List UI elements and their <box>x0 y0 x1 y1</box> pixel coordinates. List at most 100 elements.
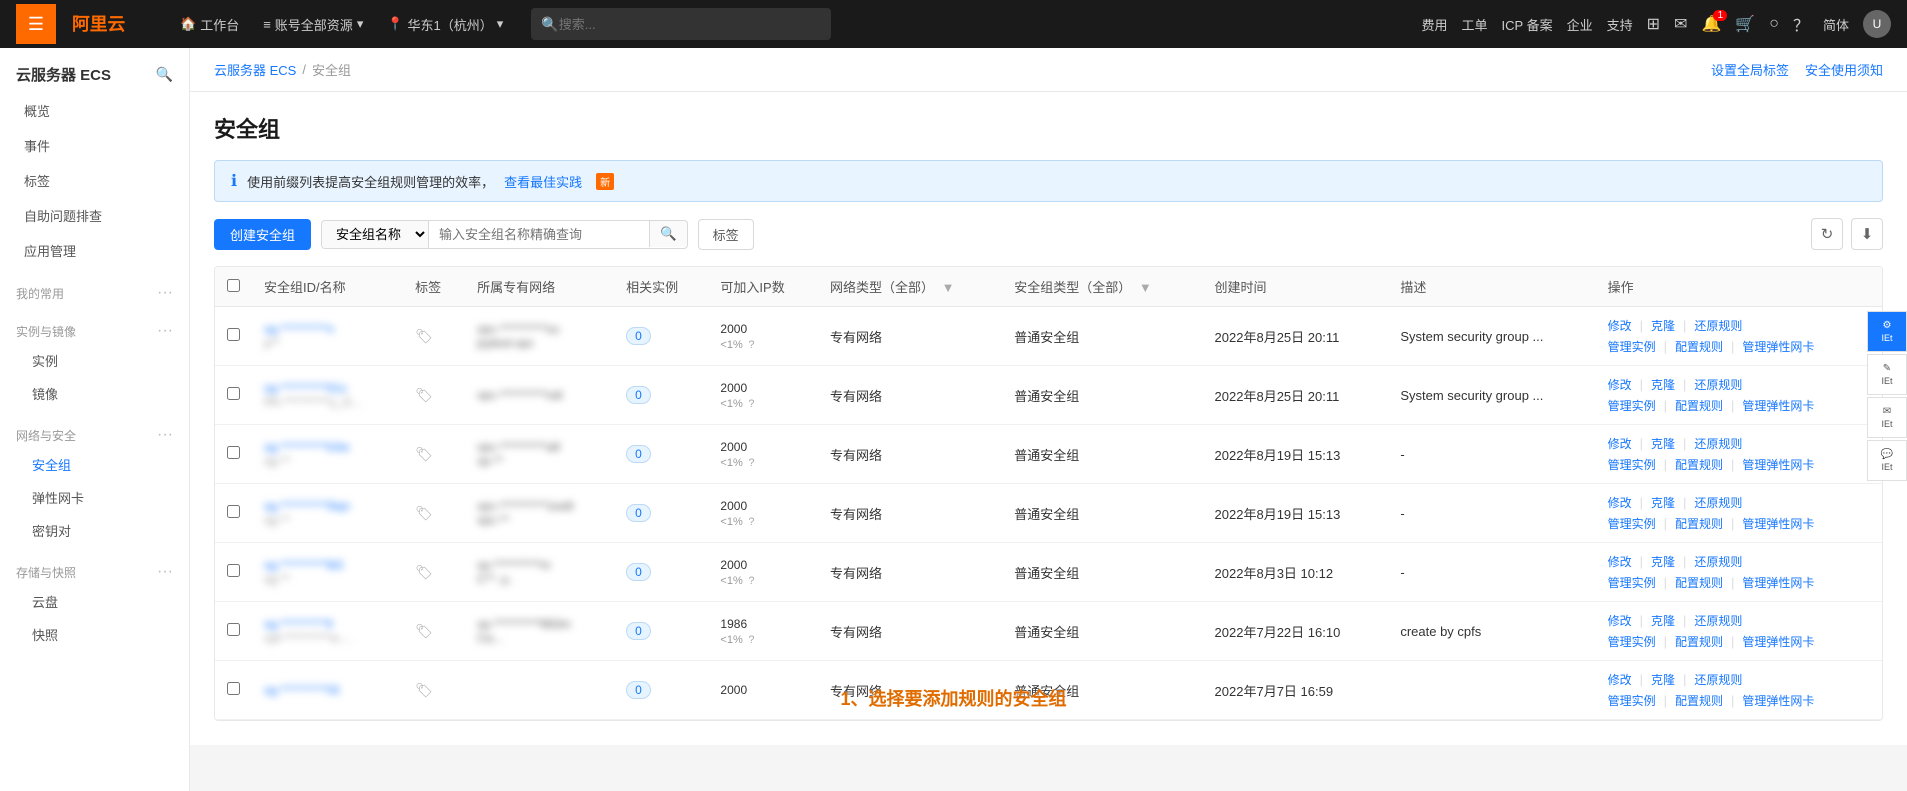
tag-filter-button[interactable]: 标签 <box>698 219 754 250</box>
sidebar-section-instance-more[interactable]: ··· <box>157 322 173 340</box>
tag-icon[interactable]: 🏷 <box>415 387 433 403</box>
create-security-group-button[interactable]: 创建安全组 <box>214 219 311 250</box>
ip-help-icon[interactable]: ? <box>748 457 754 469</box>
tag-icon[interactable]: 🏷 <box>415 505 433 521</box>
sidebar-item-troubleshoot[interactable]: 自助问题排查 <box>0 198 189 233</box>
nav-cart-icon[interactable]: 🛒 <box>1735 14 1755 34</box>
sg-id-link[interactable]: sg-**********l3i <box>264 683 391 697</box>
row-checkbox-5[interactable] <box>227 623 240 636</box>
sg-id-link[interactable]: sg-**********ll <box>264 617 391 631</box>
restore-rules-link[interactable]: 还原规则 <box>1694 317 1742 334</box>
manage-nic-link[interactable]: 管理弹性网卡 <box>1742 574 1814 591</box>
sidebar-item-tag[interactable]: 标签 <box>0 163 189 198</box>
filter-search-button[interactable]: 🔍 <box>649 221 687 247</box>
download-button[interactable]: ⬇ <box>1851 218 1883 250</box>
instance-count[interactable]: 0 <box>626 386 651 404</box>
clone-link[interactable]: 克隆 <box>1651 376 1675 393</box>
filter-search-input[interactable] <box>429 222 649 247</box>
sidebar-section-network-more[interactable]: ··· <box>157 426 173 444</box>
sg-id-link[interactable]: sg-**********5lqn <box>264 499 391 513</box>
tag-icon[interactable]: 🏷 <box>415 564 433 580</box>
sg-id-link[interactable]: sg-**********tl1o <box>264 381 391 395</box>
sidebar-item-event[interactable]: 事件 <box>0 128 189 163</box>
config-rules-link[interactable]: 配置规则 <box>1675 515 1723 532</box>
menu-toggle-button[interactable]: ☰ <box>16 4 56 44</box>
nav-help-icon[interactable]: ？ <box>1793 12 1809 36</box>
sidebar-item-overview[interactable]: 概览 <box>0 93 189 128</box>
clone-link[interactable]: 克隆 <box>1651 435 1675 452</box>
security-notice-link[interactable]: 安全使用须知 <box>1805 60 1883 79</box>
manage-nic-link[interactable]: 管理弹性网卡 <box>1742 692 1814 709</box>
nav-cost[interactable]: 费用 <box>1422 15 1448 34</box>
instance-count[interactable]: 0 <box>626 327 651 345</box>
ip-help-icon[interactable]: ? <box>748 398 754 410</box>
row-checkbox-6[interactable] <box>227 682 240 695</box>
sg-id-link[interactable]: sg-**********n <box>264 322 391 336</box>
sidebar-search-icon[interactable]: 🔍 <box>156 66 173 83</box>
manage-instance-link[interactable]: 管理实例 <box>1608 515 1656 532</box>
breadcrumb-parent[interactable]: 云服务器 ECS <box>214 60 296 79</box>
select-all-checkbox[interactable] <box>227 279 240 292</box>
nav-lang[interactable]: 简体 <box>1823 15 1849 34</box>
modify-link[interactable]: 修改 <box>1608 671 1632 688</box>
row-checkbox-2[interactable] <box>227 446 240 459</box>
manage-instance-link[interactable]: 管理实例 <box>1608 692 1656 709</box>
nav-tools[interactable]: 工单 <box>1462 15 1488 34</box>
side-btn-chat[interactable]: 💬 IEt <box>1867 440 1907 481</box>
nav-enterprise[interactable]: 企业 <box>1567 15 1593 34</box>
sidebar-item-disk[interactable]: 云盘 <box>0 585 189 618</box>
restore-rules-link[interactable]: 还原规则 <box>1694 612 1742 629</box>
nav-icp[interactable]: ICP 备案 <box>1502 15 1553 34</box>
refresh-button[interactable]: ↻ <box>1811 218 1843 250</box>
row-checkbox-3[interactable] <box>227 505 240 518</box>
restore-rules-link[interactable]: 还原规则 <box>1694 671 1742 688</box>
sg-id-link[interactable]: sg-**********b3w <box>264 440 391 454</box>
user-avatar[interactable]: U <box>1863 10 1891 38</box>
ip-help-icon[interactable]: ? <box>748 516 754 528</box>
set-global-tag-link[interactable]: 设置全局标签 <box>1711 60 1789 79</box>
manage-instance-link[interactable]: 管理实例 <box>1608 456 1656 473</box>
nav-search2-icon[interactable]: ○ <box>1769 15 1779 33</box>
side-btn-settings[interactable]: ⚙ IEt <box>1867 311 1907 352</box>
modify-link[interactable]: 修改 <box>1608 612 1632 629</box>
manage-instance-link[interactable]: 管理实例 <box>1608 633 1656 650</box>
nav-email-icon[interactable]: ✉ <box>1674 14 1687 34</box>
sidebar-item-app-manage[interactable]: 应用管理 <box>0 233 189 268</box>
nav-grid-icon[interactable]: ⊞ <box>1647 14 1660 34</box>
config-rules-link[interactable]: 配置规则 <box>1675 633 1723 650</box>
manage-nic-link[interactable]: 管理弹性网卡 <box>1742 456 1814 473</box>
modify-link[interactable]: 修改 <box>1608 317 1632 334</box>
tag-icon[interactable]: 🏷 <box>415 682 433 698</box>
sidebar-item-instance[interactable]: 实例 <box>0 344 189 377</box>
instance-count[interactable]: 0 <box>626 504 651 522</box>
side-btn-message[interactable]: ✉ IEt <box>1867 397 1907 438</box>
filter-type-select[interactable]: 安全组名称 <box>322 221 429 248</box>
row-checkbox-4[interactable] <box>227 564 240 577</box>
side-btn-feedback[interactable]: ✎ IEt <box>1867 354 1907 395</box>
instance-count[interactable]: 0 <box>626 445 651 463</box>
row-checkbox-0[interactable] <box>227 328 240 341</box>
manage-nic-link[interactable]: 管理弹性网卡 <box>1742 338 1814 355</box>
nav-support[interactable]: 支持 <box>1607 15 1633 34</box>
config-rules-link[interactable]: 配置规则 <box>1675 338 1723 355</box>
nav-region[interactable]: 📍 华东1（杭州） ▾ <box>375 0 515 48</box>
clone-link[interactable]: 克隆 <box>1651 553 1675 570</box>
sidebar-item-keypair[interactable]: 密钥对 <box>0 514 189 547</box>
restore-rules-link[interactable]: 还原规则 <box>1694 494 1742 511</box>
modify-link[interactable]: 修改 <box>1608 553 1632 570</box>
sidebar-section-favorites-more[interactable]: ··· <box>157 284 173 302</box>
config-rules-link[interactable]: 配置规则 <box>1675 574 1723 591</box>
tag-icon[interactable]: 🏷 <box>415 446 433 462</box>
tag-icon[interactable]: 🏷 <box>415 328 433 344</box>
sg-type-filter-icon[interactable]: ▼ <box>1139 280 1152 295</box>
config-rules-link[interactable]: 配置规则 <box>1675 692 1723 709</box>
ip-help-icon[interactable]: ? <box>748 634 754 646</box>
modify-link[interactable]: 修改 <box>1608 376 1632 393</box>
restore-rules-link[interactable]: 还原规则 <box>1694 435 1742 452</box>
manage-instance-link[interactable]: 管理实例 <box>1608 574 1656 591</box>
search-input[interactable] <box>559 17 822 32</box>
tag-icon[interactable]: 🏷 <box>415 623 433 639</box>
sidebar-item-snapshot[interactable]: 快照 <box>0 618 189 651</box>
manage-instance-link[interactable]: 管理实例 <box>1608 397 1656 414</box>
row-checkbox-1[interactable] <box>227 387 240 400</box>
